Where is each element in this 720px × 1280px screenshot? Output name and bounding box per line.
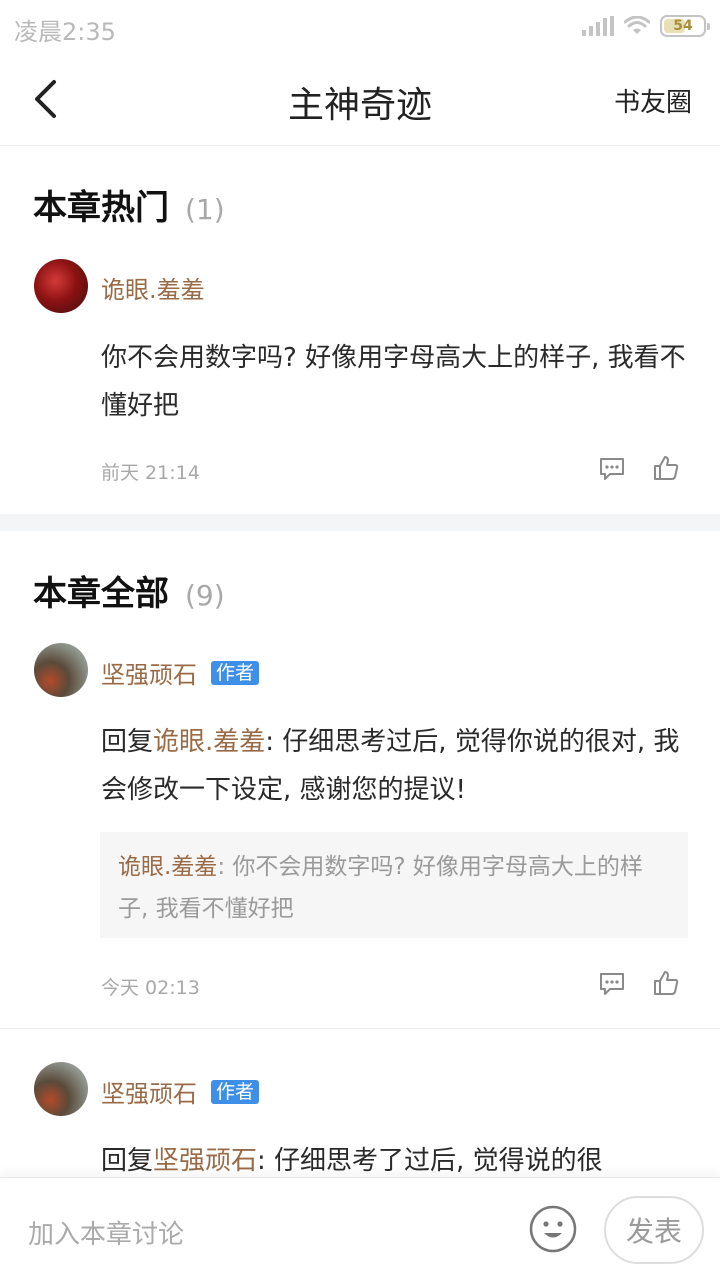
quoted-comment[interactable]: 诡眼.羞羞: 你不会用数字吗? 好像用字母高大上的样子, 我看不懂好把 (100, 832, 688, 938)
comment-text[interactable]: 你不会用数字吗? 好像用字母高大上的样子, 我看不懂好把 (101, 334, 691, 430)
username[interactable]: 坚强顽石 (101, 1074, 197, 1109)
reply-text: : 仔细思考了过后, 觉得说的很 (257, 1146, 603, 1176)
status-bar: 凌晨2:35 54 (0, 0, 720, 52)
reply-mention[interactable]: 诡眼.羞羞 (153, 727, 265, 757)
comment-user-row: 坚强顽石 作者 (101, 655, 260, 690)
section-separator (0, 514, 720, 531)
wifi-icon (624, 16, 650, 34)
reply-prefix: 回复 (101, 1146, 154, 1176)
book-circle-link[interactable]: 书友圈 (614, 82, 692, 119)
comment-input[interactable]: 加入本章讨论 (28, 1214, 184, 1251)
thumbs-up-icon (654, 971, 679, 995)
signal-icon (582, 16, 614, 36)
comment-icon (600, 973, 624, 995)
quote-username: 诡眼.羞羞 (118, 854, 218, 880)
reply-button[interactable] (596, 453, 628, 485)
thumbs-up-icon (654, 456, 679, 480)
reply-prefix: 回复 (101, 727, 154, 757)
reply-mention[interactable]: 坚强顽石 (153, 1146, 257, 1176)
nav-bar: 主神奇迹 书友圈 (0, 52, 720, 146)
comment-icon (600, 458, 624, 480)
comment-text[interactable]: 回复诡眼.羞羞: 仔细思考过后, 觉得你说的很对, 我会修改一下设定, 感谢您的… (101, 718, 691, 814)
hot-section-count: (1) (185, 193, 225, 226)
avatar[interactable] (34, 1062, 88, 1116)
smiley-icon (529, 1205, 577, 1253)
comment-user-row: 坚强顽石 作者 (101, 1074, 260, 1109)
status-icons: 54 (582, 14, 710, 38)
emoji-button[interactable] (528, 1204, 578, 1254)
author-badge: 作者 (211, 660, 260, 685)
post-button[interactable]: 发表 (604, 1196, 704, 1264)
battery-icon: 54 (660, 15, 710, 37)
all-section-header: 本章全部 (9) (33, 566, 225, 615)
all-section-count: (9) (185, 579, 225, 612)
comment-input-bar: 加入本章讨论 发表 (0, 1177, 720, 1280)
author-badge: 作者 (211, 1079, 260, 1104)
username[interactable]: 坚强顽石 (101, 655, 197, 690)
comment-divider (0, 1028, 720, 1029)
all-section-title: 本章全部 (33, 574, 169, 614)
battery-text: 54 (673, 18, 693, 34)
username[interactable]: 诡眼.羞羞 (101, 270, 205, 305)
comment-user-row: 诡眼.羞羞 (101, 270, 205, 305)
avatar[interactable] (34, 259, 88, 313)
avatar[interactable] (34, 643, 88, 697)
status-time: 凌晨2:35 (14, 18, 116, 46)
comment-time: 前天 21:14 (101, 462, 200, 484)
hot-section-header: 本章热门 (1) (33, 180, 225, 229)
like-button[interactable] (650, 452, 682, 484)
comment-time: 今天 02:13 (101, 977, 200, 999)
hot-section-title: 本章热门 (33, 188, 169, 228)
reply-button[interactable] (596, 968, 628, 1000)
page-title: 主神奇迹 (287, 85, 432, 126)
like-button[interactable] (650, 967, 682, 999)
